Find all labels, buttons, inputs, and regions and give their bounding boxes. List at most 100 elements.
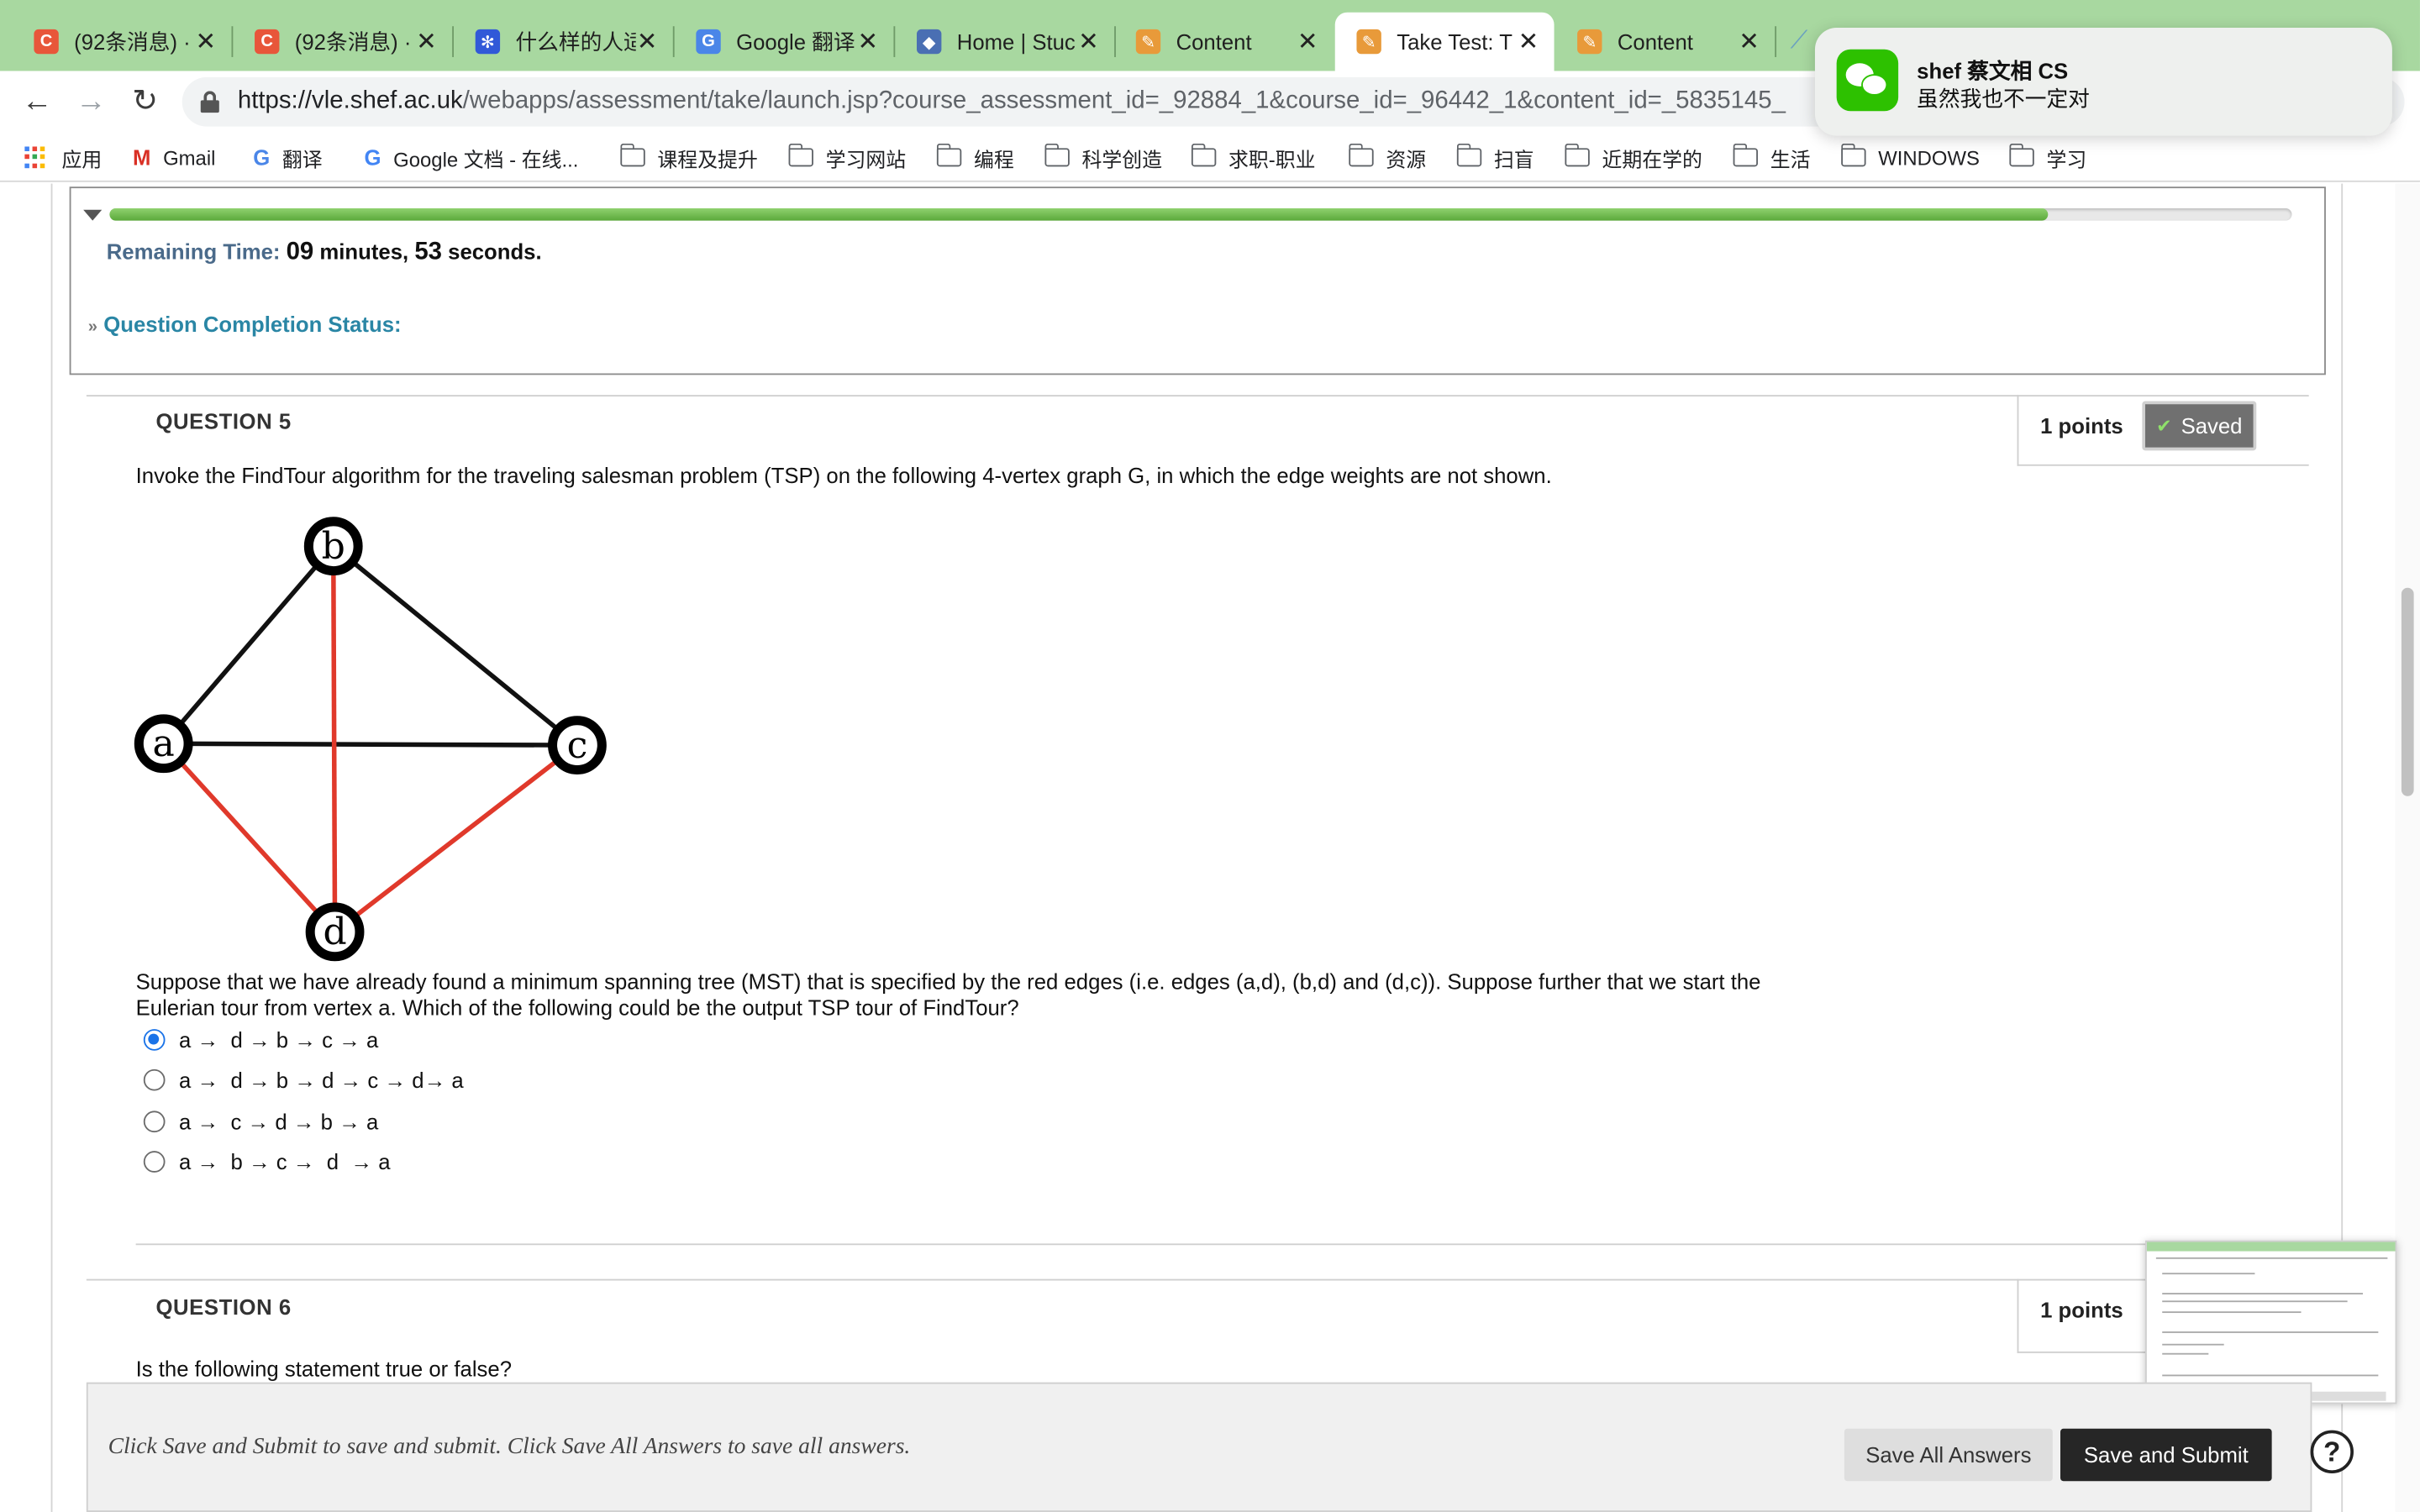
bookmark-label: 课程及提升 [657,147,758,171]
answer-radio[interactable] [143,1110,166,1133]
saved-status-badge: ✔ Saved [2142,401,2257,451]
browser-tab[interactable]: ◆ Home | Stuc ✕ [895,13,1116,71]
bookmark-folder[interactable]: 学习网站 [787,142,907,173]
graph-edge-ac [163,741,577,748]
answer-option[interactable]: a → d → b → d → c → d→ a [143,1064,464,1095]
remaining-seconds: 53 [414,239,443,265]
folder-icon [619,143,645,167]
question-completion-status-toggle[interactable]: » Question Completion Status: [88,312,402,336]
scrollbar-thumb[interactable] [2401,587,2414,796]
bookmark-folder[interactable]: 扫盲 [1455,142,1534,173]
question-separator [86,395,2309,397]
bookmark-label: WINDOWS [1878,145,1980,170]
question-5-bottom-rule [135,1243,2150,1246]
pencil-icon: ✎ [1356,29,1381,55]
close-tab-icon[interactable]: ✕ [416,26,437,57]
bookmark-folder[interactable]: 学习 [2008,142,2086,173]
answer-radio[interactable] [143,1029,166,1051]
graph-edge-bc [331,544,579,748]
browser-tab[interactable]: ✎ Take Test: T ✕ [1334,12,1555,71]
save-and-submit-button[interactable]: Save and Submit [2060,1428,2272,1482]
url-text[interactable]: https://vle.shef.ac.uk/webapps/assessmen… [238,88,1786,116]
collapse-triangle-icon[interactable] [83,209,103,221]
answer-radio[interactable] [143,1151,166,1173]
seconds-unit: seconds. [442,239,542,265]
tab-title: Home | Stuc [956,29,1076,55]
bookmark-translate[interactable]: G 翻译 [253,142,322,173]
bookmark-label: 编程 [973,147,1014,171]
bookmark-label: 资源 [1386,147,1427,171]
submit-instructions: Click Save and Submit to save and submit… [108,1435,911,1460]
bookmark-folder[interactable]: 求职-职业 [1191,142,1315,173]
close-tab-icon[interactable]: ✕ [1297,26,1318,57]
bookmark-label: 学习网站 [825,147,907,171]
close-tab-icon[interactable]: ✕ [1518,26,1539,57]
answer-option[interactable]: a → d → b → c → a [143,1025,378,1056]
close-tab-icon[interactable]: ✕ [857,26,878,57]
submit-footer-bar: Click Save and Submit to save and submit… [86,1382,2312,1512]
url-path: /webapps/assessment/take/launch.jsp?cour… [462,87,1786,114]
folder-icon [1044,143,1070,167]
saved-label: Saved [2181,413,2243,438]
bookmark-folder[interactable]: 资源 [1348,142,1427,173]
bookmark-folder[interactable]: 近期在学的 [1564,142,1702,173]
answer-radio[interactable] [143,1068,166,1091]
bookmark-apps[interactable]: 应用 [24,142,102,173]
browser-tab[interactable]: ✻ 什么样的人适 ✕ [454,13,675,71]
google-translate-icon: G [253,144,271,171]
tsp-graph-figure: b a c d [134,517,607,962]
question-6-prompt: Is the following statement true or false… [135,1356,513,1381]
close-tab-icon[interactable]: ✕ [1078,26,1099,57]
bookmark-folder[interactable]: 编程 [935,142,1014,173]
bookmark-folder[interactable]: 课程及提升 [619,142,758,173]
google-translate-icon: G [696,29,721,55]
folder-icon [1191,143,1217,167]
graph-vertex-label: d [323,911,346,953]
question-5-points: 1 points [2040,413,2123,438]
university-shield-icon: ◆ [916,29,942,55]
bookmark-folder[interactable]: 生活 [1732,142,1810,173]
browser-tab[interactable]: ✎ Content ✕ [1114,13,1334,71]
screenshot-thumbnail[interactable] [2145,1240,2397,1404]
reload-icon[interactable]: ↻ [127,83,164,120]
browser-tab[interactable]: ✎ Content ✕ [1555,13,1777,71]
bookmark-gmail[interactable]: M Gmail [133,142,215,173]
partial-tab-icon[interactable]: ⟋ [1791,28,1808,55]
tab-title: (92条消息) · [74,29,191,55]
graph-vertex-label: b [322,525,345,568]
close-tab-icon[interactable]: ✕ [1739,26,1760,57]
save-all-answers-button[interactable]: Save All Answers [1844,1428,2053,1482]
gmail-icon: M [132,144,151,171]
wechat-icon [1836,49,1899,112]
back-icon[interactable]: ← [18,83,55,120]
thumbnail-line [2162,1374,2379,1377]
help-icon[interactable]: ? [2310,1430,2354,1474]
bookmark-label: Gmail [163,145,216,170]
bookmark-folder[interactable]: WINDOWS [1840,142,1980,173]
thumbnail-line [2155,1257,2388,1259]
thumbnail-line [2162,1273,2255,1275]
folder-icon [935,143,962,167]
pencil-icon: ✎ [1135,29,1161,55]
answer-label: a → c → d → b → a [179,1109,379,1134]
csdn-icon: C [34,29,59,55]
browser-tab[interactable]: C (92条消息) · ✕ [13,13,234,71]
browser-tab[interactable]: C (92条消息) · ✕ [233,13,454,71]
folder-icon [787,143,813,167]
forward-icon[interactable]: → [72,83,109,120]
test-page: Remaining Time: 09 minutes, 53 seconds. … [0,183,2420,1512]
browser-tab[interactable]: G Google 翻译 ✕ [675,13,896,71]
time-progress-fill [109,207,2048,221]
wechat-notification[interactable]: shef 蔡文相 CS 虽然我也不一定对 [1814,28,2392,136]
question-5-prompt: Invoke the FindTour algorithm for the tr… [135,463,1552,488]
answer-option[interactable]: a → c → d → b → a [143,1106,379,1137]
scrollbar-track[interactable] [2395,183,2420,1512]
graph-vertex-label: a [153,722,175,765]
answer-option[interactable]: a → b → c → d → a [143,1147,391,1178]
thumbnail-tabstrip [2146,1242,2396,1252]
close-tab-icon[interactable]: ✕ [637,26,658,57]
bookmark-google[interactable]: G Google 文档 - 在线... [364,142,578,173]
close-tab-icon[interactable]: ✕ [196,26,217,57]
bookmark-folder[interactable]: 科学创造 [1044,142,1162,173]
notification-title: shef 蔡文相 CS [1917,58,2069,84]
